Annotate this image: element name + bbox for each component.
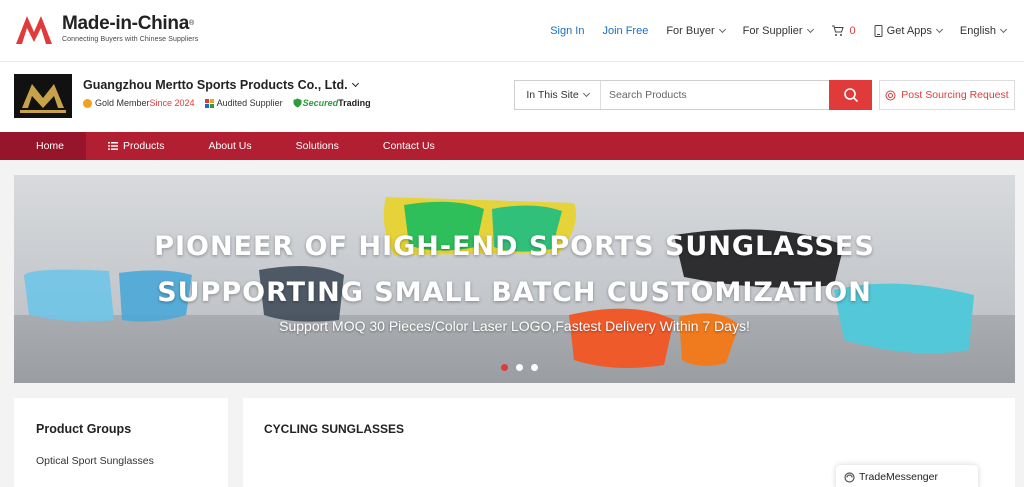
gold-member-badge[interactable]: Gold Member Since 2024 xyxy=(83,98,195,108)
cart-link[interactable]: 0 xyxy=(831,25,856,37)
company-name[interactable]: Guangzhou Mertto Sports Products Co., Lt… xyxy=(83,78,359,92)
brand-registered-mark: ® xyxy=(189,20,194,27)
for-buyer-menu[interactable]: For Buyer xyxy=(666,25,726,37)
audited-supplier-badge[interactable]: Audited Supplier xyxy=(204,98,283,108)
chevron-down-icon xyxy=(582,89,590,98)
phone-icon xyxy=(874,25,883,37)
site-header: Made-in-China® Connecting Buyers with Ch… xyxy=(0,0,1024,62)
carousel-dot[interactable] xyxy=(501,364,508,371)
search-input[interactable] xyxy=(601,81,829,109)
mertto-logo-icon xyxy=(20,84,66,113)
join-free-link[interactable]: Join Free xyxy=(602,25,648,37)
nav-products[interactable]: Products xyxy=(86,132,186,160)
product-groups-panel: Product Groups Optical Sport Sunglasses xyxy=(14,398,228,487)
nav-about-us[interactable]: About Us xyxy=(186,132,273,160)
search-scope-select[interactable]: In This Site xyxy=(515,81,601,109)
carousel-dot[interactable] xyxy=(531,364,538,371)
chevron-down-icon xyxy=(999,25,1008,34)
banner-headline-2: SUPPORTING SMALL BATCH CUSTOMIZATION xyxy=(157,277,872,308)
secured-trading-badge[interactable]: Secured Trading xyxy=(293,98,371,108)
gold-member-icon xyxy=(83,98,92,108)
search-bar: In This Site xyxy=(514,80,872,110)
sign-in-link[interactable]: Sign In xyxy=(550,25,584,37)
nav-solutions[interactable]: Solutions xyxy=(274,132,361,160)
brand-title: Made-in-China xyxy=(62,13,189,34)
nav-contact-us[interactable]: Contact Us xyxy=(361,132,457,160)
post-sourcing-request-button[interactable]: Post Sourcing Request xyxy=(879,80,1015,110)
list-icon xyxy=(108,142,119,150)
shield-icon xyxy=(293,98,302,108)
carousel-dot[interactable] xyxy=(516,364,523,371)
section-title: CYCLING SUNGLASSES xyxy=(264,422,405,436)
hero-banner[interactable]: PIONEER OF HIGH-END SPORTS SUNGLASSES SU… xyxy=(14,175,1015,383)
chevron-down-icon xyxy=(935,25,943,34)
chevron-down-icon xyxy=(806,25,814,34)
for-supplier-menu[interactable]: For Supplier xyxy=(743,25,814,37)
messenger-icon xyxy=(844,471,855,483)
language-menu[interactable]: English xyxy=(960,25,1008,37)
banner-headline-1: PIONEER OF HIGH-END SPORTS SUNGLASSES xyxy=(154,231,875,262)
company-logo[interactable] xyxy=(14,74,72,118)
nav-home[interactable]: Home xyxy=(0,132,87,160)
search-button[interactable] xyxy=(829,80,872,110)
audited-supplier-icon xyxy=(204,98,214,108)
company-badges: Gold Member Since 2024 Audited Supplier S… xyxy=(83,98,381,108)
banner-subtitle: Support MOQ 30 Pieces/Color Laser LOGO,F… xyxy=(279,318,750,334)
chevron-down-icon xyxy=(351,79,359,88)
product-groups-title: Product Groups xyxy=(36,422,132,436)
mic-logo-icon xyxy=(16,16,52,44)
target-icon xyxy=(885,90,896,100)
trade-messenger-widget[interactable]: TradeMessenger xyxy=(836,465,978,487)
made-in-china-logo[interactable]: Made-in-China® Connecting Buyers with Ch… xyxy=(14,12,198,46)
cart-icon xyxy=(831,25,844,36)
cart-count: 0 xyxy=(849,25,856,37)
top-nav: Sign In Join Free For Buyer For Supplier… xyxy=(532,0,1008,62)
carousel-dots xyxy=(497,364,542,371)
member-since: Since 2024 xyxy=(149,98,195,108)
search-icon xyxy=(843,88,858,103)
chevron-down-icon xyxy=(718,25,726,34)
get-apps-menu[interactable]: Get Apps xyxy=(874,25,943,37)
brand-tagline: Connecting Buyers with Chinese Suppliers xyxy=(62,36,199,43)
product-group-item[interactable]: Optical Sport Sunglasses xyxy=(36,455,154,467)
main-nav: Home Products About Us Solutions Contact… xyxy=(0,132,1024,160)
company-bar: Guangzhou Mertto Sports Products Co., Lt… xyxy=(0,62,1024,132)
